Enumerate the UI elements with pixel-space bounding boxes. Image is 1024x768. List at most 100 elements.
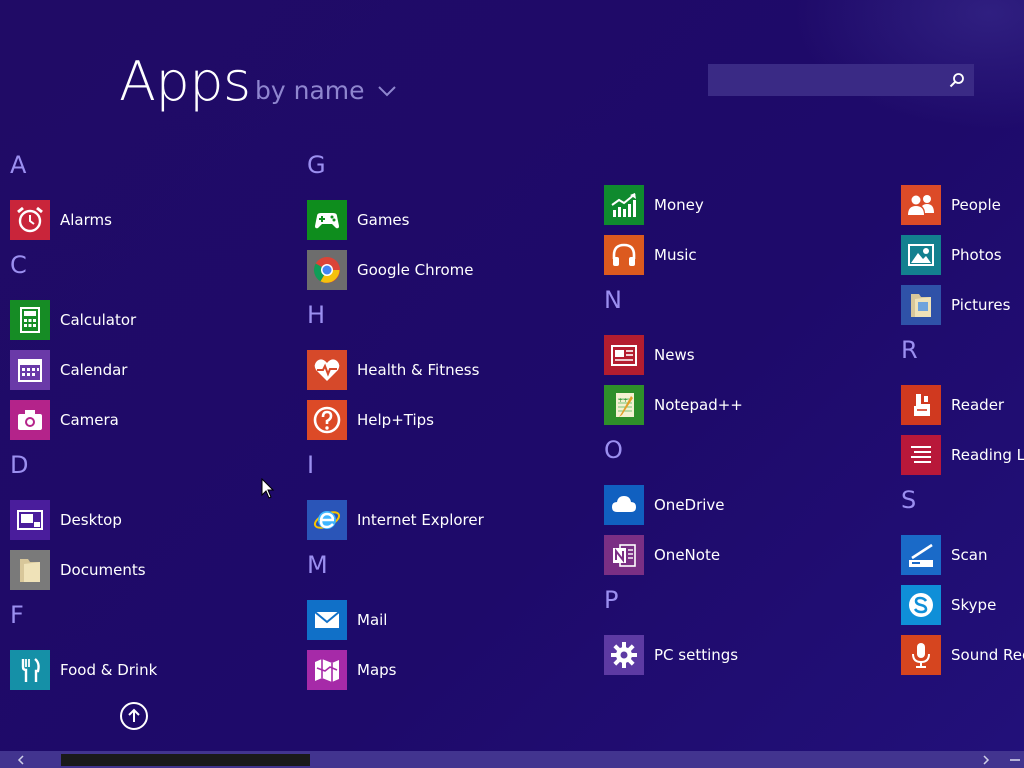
group-header-i[interactable]: I	[307, 450, 597, 500]
app-tile-pictures[interactable]: Pictures	[901, 285, 1024, 335]
app-icon-tile	[604, 535, 644, 575]
minus-icon	[1010, 758, 1020, 761]
reader-icon	[914, 394, 930, 416]
app-tile-money[interactable]: Money	[604, 185, 894, 235]
group-header-s[interactable]: S	[901, 485, 1024, 535]
app-icon-tile	[604, 635, 644, 675]
app-tile-calendar[interactable]: Calendar	[10, 350, 300, 400]
app-icon-tile	[901, 385, 941, 425]
folder-icon	[20, 559, 40, 582]
app-tile-sound-reco[interactable]: Sound Reco	[901, 635, 1024, 685]
app-label: Reading Lis	[951, 446, 1024, 464]
app-icon-tile	[901, 435, 941, 475]
app-tile-desktop[interactable]: Desktop	[10, 500, 300, 550]
scanner-icon	[909, 543, 933, 567]
app-icon-tile	[604, 235, 644, 275]
app-tile-internet-explorer[interactable]: Internet Explorer	[307, 500, 597, 550]
mouse-cursor-icon	[261, 478, 275, 499]
app-tile-mail[interactable]: Mail	[307, 600, 597, 650]
app-label: Reader	[951, 396, 1005, 414]
envelope-icon	[314, 611, 340, 628]
app-tile-health-fitness[interactable]: Health & Fitness	[307, 350, 597, 400]
cloud-icon	[612, 496, 636, 512]
app-label: Calendar	[60, 361, 128, 379]
sort-dropdown[interactable]: by name	[255, 76, 397, 105]
app-tile-maps[interactable]: Maps	[307, 650, 597, 700]
app-tile-onenote[interactable]: OneNote	[604, 535, 894, 585]
group-header-r[interactable]: R	[901, 335, 1024, 385]
app-label: PC settings	[654, 646, 739, 664]
app-tile-scan[interactable]: Scan	[901, 535, 1024, 585]
app-tile-games[interactable]: Games	[307, 200, 597, 250]
zoom-out-button[interactable]	[1006, 751, 1024, 768]
onenote-icon	[613, 544, 636, 567]
scrollbar-thumb[interactable]	[61, 754, 310, 766]
app-tile-reading-lis[interactable]: Reading Lis	[901, 435, 1024, 485]
app-label: Camera	[60, 411, 119, 429]
group-header-a[interactable]: A	[10, 150, 300, 200]
gamepad-icon	[315, 213, 339, 229]
app-tile-music[interactable]: Music	[604, 235, 894, 285]
group-header-d[interactable]: D	[10, 450, 300, 500]
app-tile-news[interactable]: News	[604, 335, 894, 385]
app-label: Money	[654, 196, 704, 214]
search-icon	[949, 73, 964, 88]
group-header-spacer	[604, 150, 894, 185]
app-tile-people[interactable]: People	[901, 185, 1024, 235]
group-header-f[interactable]: F	[10, 600, 300, 650]
app-icon-tile	[307, 350, 347, 390]
app-label: Calculator	[60, 311, 137, 329]
search-input[interactable]	[708, 64, 938, 96]
group-header-c[interactable]: C	[10, 250, 300, 300]
app-tile-documents[interactable]: Documents	[10, 550, 300, 600]
app-icon-tile	[901, 235, 941, 275]
app-tile-calculator[interactable]: Calculator	[10, 300, 300, 350]
app-tile-food-drink[interactable]: Food & Drink	[10, 650, 300, 700]
app-tile-photos[interactable]: Photos	[901, 235, 1024, 285]
reading-list-icon	[911, 446, 931, 463]
scroll-left-button[interactable]	[12, 751, 29, 768]
app-tile-camera[interactable]: Camera	[10, 400, 300, 450]
svg-text:++: ++	[618, 397, 628, 404]
app-tile-pc-settings[interactable]: PC settings	[604, 635, 894, 685]
app-tile-onedrive[interactable]: OneDrive	[604, 485, 894, 535]
app-icon-tile	[10, 650, 50, 690]
calendar-icon	[18, 359, 42, 382]
horizontal-scrollbar[interactable]	[0, 751, 1024, 768]
app-icon-tile	[10, 350, 50, 390]
scroll-right-button[interactable]	[977, 751, 994, 768]
group-header-p[interactable]: P	[604, 585, 894, 635]
app-icon-tile	[901, 535, 941, 575]
group-header-n[interactable]: N	[604, 285, 894, 335]
app-tile-reader[interactable]: Reader	[901, 385, 1024, 435]
fork-knife-icon	[21, 658, 40, 682]
group-header-m[interactable]: M	[307, 550, 597, 600]
group-header-o[interactable]: O	[604, 435, 894, 485]
app-label: Help+Tips	[357, 411, 434, 429]
headphones-icon	[612, 243, 636, 266]
app-icon-tile	[307, 250, 347, 290]
app-tile-alarms[interactable]: Alarms	[10, 200, 300, 250]
app-label: People	[951, 196, 1001, 214]
app-tile-skype[interactable]: Skype	[901, 585, 1024, 635]
app-label: Maps	[357, 661, 397, 679]
heart-pulse-icon	[314, 359, 340, 381]
app-label: Scan	[951, 546, 988, 564]
app-icon-tile	[604, 485, 644, 525]
chevron-left-icon	[17, 754, 24, 765]
apps-column-3: Money Music N News ++ Notepad++ O OneDrive OneNo…	[604, 150, 894, 685]
chart-up-icon	[611, 193, 636, 217]
newspaper-icon	[611, 345, 637, 366]
app-tile-help-tips[interactable]: Help+Tips	[307, 400, 597, 450]
scroll-to-top-button[interactable]	[120, 702, 148, 730]
app-label: News	[654, 346, 695, 364]
sort-label: by name	[255, 76, 365, 105]
app-tile-google-chrome[interactable]: Google Chrome	[307, 250, 597, 300]
app-tile-notepad[interactable]: ++ Notepad++	[604, 385, 894, 435]
search-button[interactable]	[940, 64, 974, 96]
group-header-h[interactable]: H	[307, 300, 597, 350]
app-label: Alarms	[60, 211, 112, 229]
chevron-right-icon	[982, 754, 989, 765]
start-apps-screen: Apps by name A Alarms C Calculator Calendar C…	[0, 0, 1024, 768]
group-header-g[interactable]: G	[307, 150, 597, 200]
